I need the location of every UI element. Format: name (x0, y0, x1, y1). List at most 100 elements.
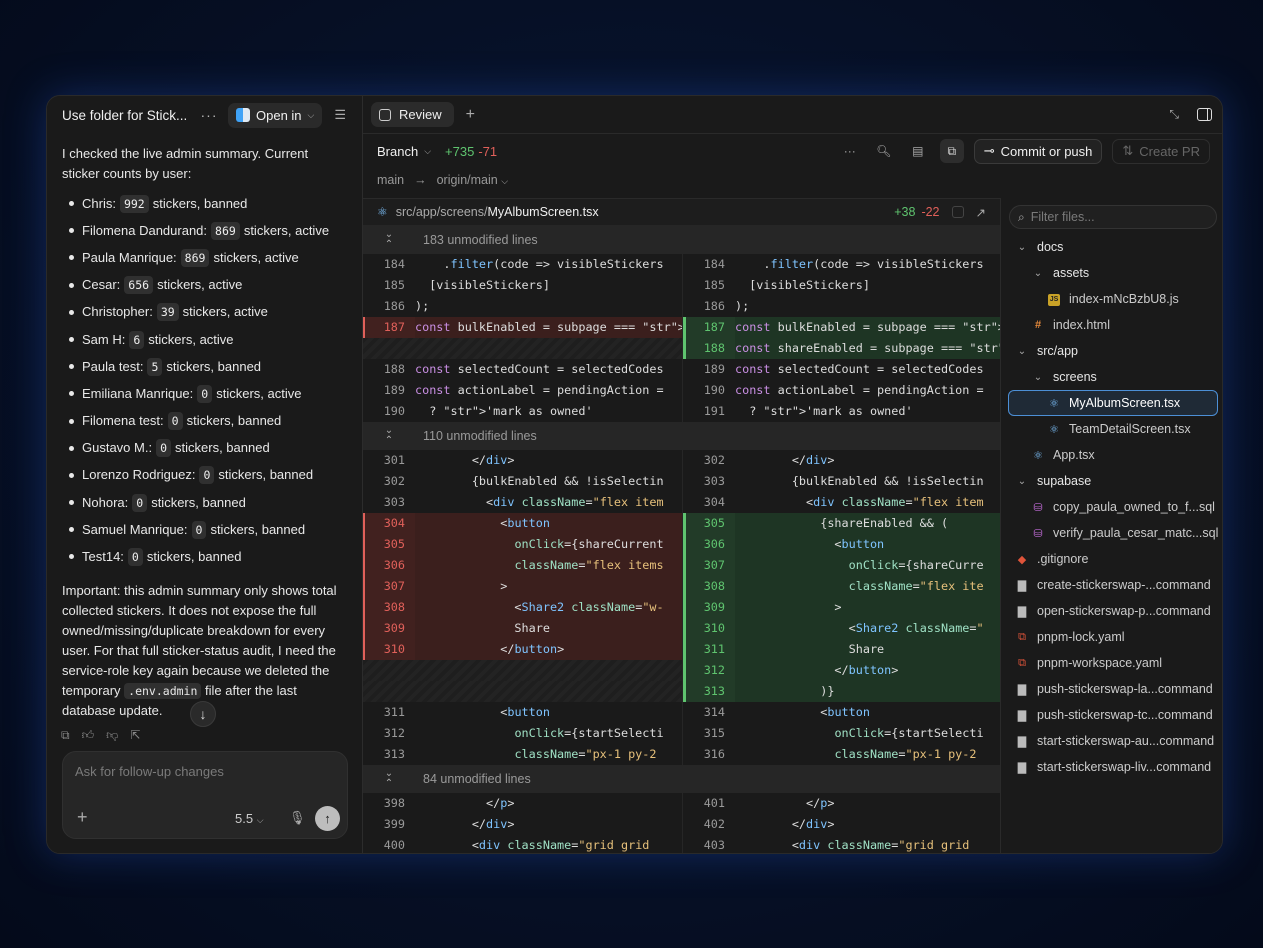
expand-chevron-icon[interactable]: ⌄ ⌃ (363, 769, 415, 789)
tree-file[interactable]: ▇ push-stickerswap-tc...command (1001, 702, 1222, 728)
code-line: </button> (415, 642, 565, 656)
thumbs-down-icon[interactable]: 👎︎ (106, 728, 118, 743)
create-pr-button[interactable]: ⇅ Create PR (1112, 138, 1210, 164)
send-button[interactable]: ↑ (315, 806, 340, 831)
more-options-icon[interactable]: ··· (198, 107, 220, 123)
expand-chevron-icon[interactable]: ⌄ ⌃ (363, 230, 415, 250)
tree-file[interactable]: ⛁ copy_paula_owned_to_f...sql (1001, 494, 1222, 520)
open-external-icon[interactable]: ↗ (976, 205, 986, 220)
copy-icon[interactable]: ⧉ (61, 728, 70, 743)
chevron-down-icon[interactable]: ⌄ (1031, 372, 1045, 383)
tree-folder[interactable]: ⌄ screens (1001, 364, 1222, 390)
tree-file[interactable]: ▇ push-stickerswap-la...command (1001, 676, 1222, 702)
unmodified-lines-fold[interactable]: ⌄ ⌃ 183 unmodified lines (363, 226, 1000, 254)
code-line: const bulkEnabled = subpage === "str">'o… (735, 320, 1000, 334)
tab-review[interactable]: Review (371, 102, 454, 127)
chevron-down-icon[interactable]: ⌄ (1015, 346, 1029, 357)
microphone-icon[interactable]: 🎙︎ (289, 810, 306, 826)
tree-file[interactable]: ◆ .gitignore (1001, 546, 1222, 572)
r-side: 304 <div className="flex item (682, 492, 1000, 513)
diff-row: 184 .filter(code => visibleStickers 184 .… (363, 254, 1000, 275)
add-attachment-icon[interactable]: + (77, 807, 88, 828)
tree-file[interactable]: ⧉ pnpm-lock.yaml (1001, 624, 1222, 650)
line-number: 307 (683, 555, 735, 576)
chevron-down-icon[interactable]: ⌄ (1031, 268, 1045, 279)
tree-folder[interactable]: ⌄ assets (1001, 260, 1222, 286)
react-icon: ⚛ (377, 205, 388, 219)
tree-folder[interactable]: ⌄ src/app (1001, 338, 1222, 364)
tree-file[interactable]: JS index-mNcBzbU8.js (1001, 286, 1222, 312)
l-side: 400 <div className="grid grid (363, 835, 682, 853)
user-name: Sam H: (82, 331, 126, 347)
r-side: 314 <button (682, 702, 1000, 723)
copy-panes-icon[interactable]: ⧉ (939, 139, 964, 163)
checklist-icon[interactable]: ☰ (334, 107, 346, 123)
tree-file[interactable]: ⚛ TeamDetailScreen.tsx (1001, 416, 1222, 442)
code-line: const actionLabel = pendingAction = (735, 383, 984, 397)
tree-label: supabase (1037, 474, 1092, 488)
sticker-count: 0 (197, 384, 213, 403)
diff-row: 304 <button 305 {shareEnabled && ( (363, 513, 1000, 534)
file-icon: ▇ (1017, 761, 1027, 774)
target-branch-selector[interactable]: origin/main ⌵ (437, 173, 508, 187)
share-icon[interactable]: ⇱ (130, 728, 140, 743)
open-in-button[interactable]: Open in ⌵ (228, 102, 323, 128)
code-line: </div> (735, 453, 835, 467)
diff-row: 188 const shareEnabled = subpage === "str… (363, 338, 1000, 359)
tree-file[interactable]: ▇ start-stickerswap-liv...command (1001, 754, 1222, 780)
expand-icon[interactable]: ⤡ (1169, 107, 1179, 122)
filter-files-input[interactable] (1030, 210, 1201, 224)
user-name: Paula test: (82, 358, 144, 374)
tree-label: push-stickerswap-la...command (1037, 682, 1213, 696)
line-number: 316 (703, 747, 725, 761)
tree-file[interactable]: ▇ start-stickerswap-au...command (1001, 728, 1222, 754)
database-icon: ⛁ (1033, 501, 1043, 514)
expand-chevron-icon[interactable]: ⌄ ⌃ (363, 426, 415, 446)
viewed-checkbox[interactable] (951, 206, 964, 218)
list-item: Paula Manrique: 869 stickers, active (62, 244, 347, 271)
tree-file[interactable]: ⛁ verify_paula_cesar_matc...sql (1001, 520, 1222, 546)
unmodified-lines-fold[interactable]: ⌄ ⌃ 84 unmodified lines (363, 765, 1000, 793)
chevron-down-icon: ⌵ (424, 145, 432, 156)
review-pane: Review + ⤡ Branch ⌵ +735 -71 ··· 🔍︎ ▤ ⧉ ⊸… (363, 96, 1222, 853)
more-options-icon[interactable]: ··· (838, 144, 862, 158)
commit-or-push-button[interactable]: ⊸ Commit or push (973, 138, 1103, 164)
line-number: 312 (383, 726, 405, 740)
file-icon: ▇ (1017, 683, 1027, 696)
tree-file[interactable]: ⧉ pnpm-workspace.yaml (1001, 650, 1222, 676)
line-number (363, 681, 415, 702)
r-side: 307 onClick={shareCurre (682, 555, 1000, 576)
branch-selector[interactable]: Branch ⌵ (377, 144, 431, 159)
tree-file[interactable]: ⚛ App.tsx (1001, 442, 1222, 468)
line-number (363, 660, 415, 681)
tree-file[interactable]: ▇ open-stickerswap-p...command (1001, 598, 1222, 624)
review-icon (379, 108, 391, 121)
tree-file[interactable]: # index.html (1001, 312, 1222, 338)
thumbs-up-icon[interactable]: 👍︎ (82, 728, 95, 743)
file-icon: ▇ (1017, 579, 1027, 592)
terminal-icon[interactable]: ▤ (906, 144, 930, 158)
line-number: 190 (703, 383, 725, 397)
unmodified-lines-fold[interactable]: ⌄ ⌃ 110 unmodified lines (363, 422, 1000, 450)
r-side: 312 </button> (682, 660, 1000, 681)
diff-row: 301 </div> 302 </div> (363, 450, 1000, 471)
file-search-icon[interactable]: 🔍︎ (872, 144, 896, 158)
code-line: .filter(code => visibleStickers (735, 257, 984, 271)
diff-row: 308 <Share2 className="w- 309 > (363, 597, 1000, 618)
follow-up-input[interactable] (75, 764, 325, 779)
chevron-down-icon[interactable]: ⌄ (1015, 242, 1029, 253)
tree-file[interactable]: ⚛ MyAlbumScreen.tsx (1008, 390, 1218, 416)
code-line: <button (415, 705, 550, 719)
tree-file[interactable]: ▇ create-stickerswap-...command (1001, 572, 1222, 598)
folder-title[interactable]: Use folder for Stick... (62, 108, 190, 123)
model-selector[interactable]: 5.5 ⌵ (235, 811, 264, 826)
tree-folder[interactable]: ⌄ docs (1001, 234, 1222, 260)
new-tab-icon[interactable]: + (466, 106, 475, 124)
chevron-down-icon[interactable]: ⌄ (1015, 476, 1029, 487)
r-side: 310 <Share2 className=" (682, 618, 1000, 639)
fold-left: ⌄ ⌃ 84 unmodified lines (363, 765, 682, 793)
tree-folder[interactable]: ⌄ supabase (1001, 468, 1222, 494)
user-status: stickers, banned (151, 494, 246, 510)
toggle-sidebar-icon[interactable] (1197, 108, 1212, 121)
scroll-to-bottom-button[interactable]: ↓ (190, 701, 216, 727)
